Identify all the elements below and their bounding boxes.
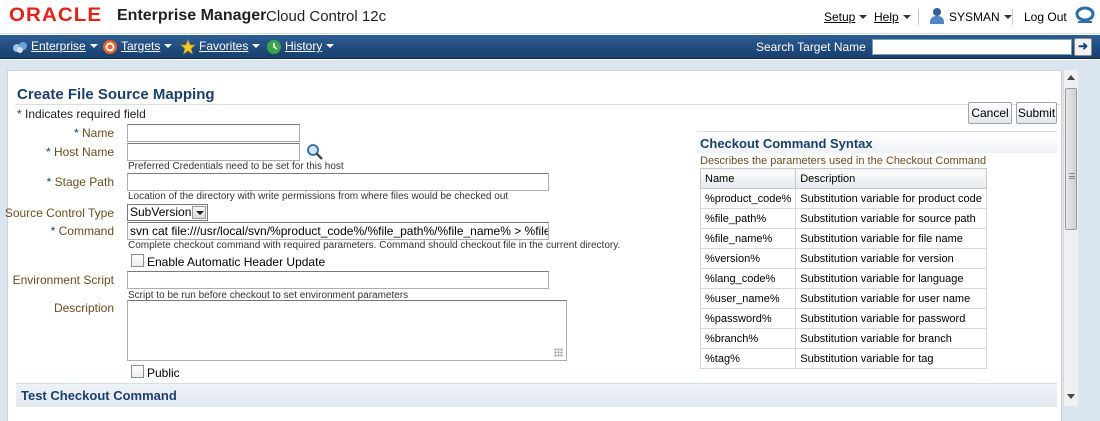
command-hint: Complete checkout command with required … bbox=[128, 240, 621, 251]
oracle-logo: ORACLE bbox=[9, 5, 103, 26]
enterprise-icon bbox=[13, 42, 27, 53]
command-label: * Command bbox=[50, 224, 114, 238]
param-description: Substitution variable for password bbox=[795, 308, 987, 329]
cancel-button[interactable]: Cancel bbox=[968, 102, 1012, 124]
nav-history[interactable]: History bbox=[285, 39, 335, 53]
param-description: Substitution variable for tag bbox=[795, 348, 987, 369]
environment-script-label: Environment Script bbox=[12, 273, 114, 287]
search-go-button[interactable]: ➜ bbox=[1074, 38, 1092, 56]
param-name: %product_code% bbox=[699, 188, 797, 209]
environment-script-input[interactable] bbox=[127, 271, 549, 289]
submit-button[interactable]: Submit bbox=[1016, 102, 1057, 124]
history-icon bbox=[267, 40, 281, 54]
table-row: %lang_code% Substitution variable for lan… bbox=[699, 268, 987, 289]
chevron-down-icon bbox=[164, 44, 173, 48]
arrow-right-icon: ➜ bbox=[1077, 39, 1089, 53]
table-row: %version% Substitution variable for versi… bbox=[699, 248, 987, 269]
chevron-down-icon bbox=[1003, 15, 1012, 19]
logout-link[interactable]: Log Out bbox=[1024, 10, 1067, 24]
param-name: %file_name% bbox=[699, 228, 797, 249]
syntax-description: Describes the parameters used in the Che… bbox=[700, 155, 987, 167]
help-menu[interactable]: Help bbox=[874, 10, 911, 24]
param-name: %version% bbox=[699, 248, 797, 269]
setup-menu[interactable]: Setup bbox=[824, 10, 868, 24]
table-row: %file_path% Substitution variable for sou… bbox=[699, 208, 987, 229]
chevron-down-icon bbox=[859, 15, 868, 19]
param-description: Substitution variable for version bbox=[795, 248, 987, 269]
source-control-type-label: Source Control Type bbox=[4, 206, 114, 220]
auto-header-label: Enable Automatic Header Update bbox=[147, 255, 326, 269]
required-note: * Indicates required field bbox=[17, 107, 146, 121]
nav-targets[interactable]: Targets bbox=[121, 39, 173, 53]
chevron-down-icon bbox=[902, 15, 911, 19]
column-header-description[interactable]: Description bbox=[795, 168, 987, 189]
search-target-label: Search Target Name bbox=[756, 40, 866, 54]
stage-path-input[interactable] bbox=[127, 173, 549, 191]
branding-bar: ORACLE Enterprise Manager Cloud Control … bbox=[0, 0, 1100, 34]
param-description: Substitution variable for file name bbox=[795, 228, 987, 249]
stage-path-label: * Stage Path bbox=[46, 175, 114, 189]
table-row: %password% Substitution variable for pass… bbox=[699, 308, 987, 329]
host-name-label: * Host Name bbox=[45, 145, 114, 159]
product-edition: Cloud Control 12c bbox=[266, 8, 387, 25]
name-input[interactable] bbox=[127, 124, 300, 142]
stage-path-hint: Location of the directory with write per… bbox=[128, 191, 509, 202]
param-description: Substitution variable for source path bbox=[795, 208, 987, 229]
param-name: %file_path% bbox=[699, 208, 797, 229]
user-icon bbox=[930, 8, 944, 24]
oracle-ring-icon bbox=[1075, 6, 1095, 23]
param-name: %tag% bbox=[699, 348, 797, 369]
description-label: Description bbox=[53, 301, 114, 315]
menu-divider bbox=[1012, 9, 1013, 25]
table-row: %product_code% Substitution variable for … bbox=[699, 188, 987, 209]
table-row: %branch% Substitution variable for branch bbox=[699, 328, 987, 349]
name-label: * Name bbox=[73, 126, 114, 140]
resize-grip-icon[interactable] bbox=[554, 348, 563, 357]
source-control-type-select[interactable]: SubVersion bbox=[127, 204, 208, 221]
menu-divider bbox=[918, 9, 919, 25]
chevron-down-icon bbox=[252, 44, 261, 48]
host-name-hint: Preferred Credentials need to be set for… bbox=[128, 161, 344, 172]
targets-icon bbox=[103, 40, 117, 54]
host-name-input[interactable] bbox=[127, 143, 300, 161]
search-icon[interactable] bbox=[306, 143, 324, 161]
page-title: Create File Source Mapping bbox=[17, 86, 215, 103]
param-description: Substitution variable for product code bbox=[795, 188, 987, 209]
param-name: %branch% bbox=[699, 328, 797, 349]
product-title: Enterprise Manager bbox=[117, 7, 267, 24]
scroll-thumb[interactable] bbox=[1065, 88, 1077, 230]
auto-header-checkbox[interactable] bbox=[131, 254, 144, 267]
dropdown-arrow-icon bbox=[192, 206, 206, 219]
description-textarea[interactable] bbox=[127, 300, 567, 361]
column-header-name[interactable]: Name bbox=[699, 168, 797, 189]
scroll-up-icon[interactable] bbox=[1067, 75, 1075, 80]
param-name: %lang_code% bbox=[699, 268, 797, 289]
test-checkout-title: Test Checkout Command bbox=[21, 388, 177, 403]
scroll-down-icon[interactable] bbox=[1067, 394, 1075, 399]
table-row: %tag% Substitution variable for tag bbox=[699, 348, 987, 369]
nav-enterprise[interactable]: Enterprise bbox=[31, 39, 98, 53]
table-row: %file_name% Substitution variable for fil… bbox=[699, 228, 987, 249]
param-description: Substitution variable for language bbox=[795, 268, 987, 289]
nav-favorites[interactable]: Favorites bbox=[199, 39, 261, 53]
star-icon bbox=[180, 39, 196, 55]
user-menu[interactable]: SYSMAN bbox=[949, 10, 1012, 24]
param-description: Substitution variable for branch bbox=[795, 328, 987, 349]
public-label: Public bbox=[147, 366, 180, 380]
search-target-input[interactable] bbox=[872, 39, 1072, 55]
chevron-down-icon bbox=[89, 44, 98, 48]
param-name: %user_name% bbox=[699, 288, 797, 309]
vertical-scrollbar[interactable] bbox=[1063, 70, 1078, 406]
syntax-table: Name Description %product_code% Substitut… bbox=[699, 168, 987, 369]
param-name: %password% bbox=[699, 308, 797, 329]
chevron-down-icon bbox=[326, 44, 335, 48]
param-description: Substitution variable for user name bbox=[795, 288, 987, 309]
syntax-title: Checkout Command Syntax bbox=[700, 136, 873, 151]
command-input[interactable]: svn cat file:///usr/local/svn/%product_c… bbox=[127, 222, 549, 240]
title-divider bbox=[15, 104, 1060, 105]
public-checkbox[interactable] bbox=[131, 365, 144, 378]
table-row: %user_name% Substitution variable for use… bbox=[699, 288, 987, 309]
